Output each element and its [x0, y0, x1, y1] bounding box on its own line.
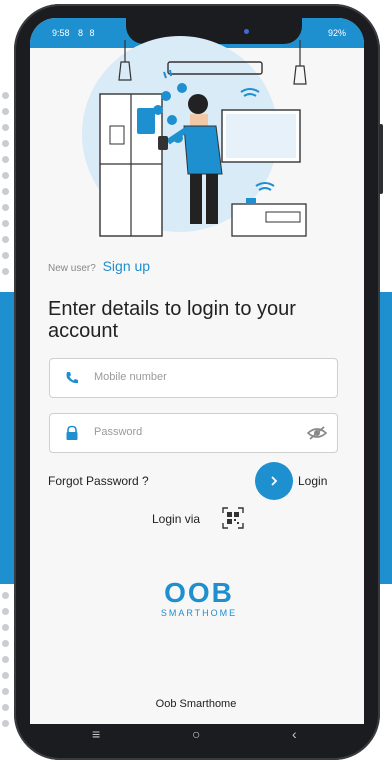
page-title: Enter details to login to your account: [48, 298, 296, 342]
password-field[interactable]: Password: [49, 413, 338, 453]
menu-icon[interactable]: ≡: [92, 726, 100, 742]
lock-icon: [66, 425, 78, 440]
password-placeholder: Password: [94, 426, 143, 438]
side-button: [379, 124, 383, 194]
eye-off-icon[interactable]: [307, 425, 327, 441]
chevron-right-icon: [271, 476, 278, 486]
smarthome-illustration: [82, 36, 307, 237]
logo-subtitle: SMARTHOME: [160, 608, 238, 618]
forgot-password-link[interactable]: Forgot Password ?: [48, 474, 149, 488]
mobile-number-field[interactable]: Mobile number: [49, 358, 338, 398]
mobile-number-placeholder: Mobile number: [94, 371, 167, 383]
oob-logo: OOB SMARTHOME: [150, 578, 248, 622]
android-nav-bar: ≡ ○ ‹: [30, 720, 364, 750]
logo-brand: OOB: [164, 577, 234, 608]
battery-level: 92%: [327, 28, 346, 38]
login-label[interactable]: Login: [298, 474, 327, 488]
back-icon[interactable]: ‹: [292, 726, 297, 742]
qr-code-icon[interactable]: [222, 507, 244, 529]
signup-row: New user? Sign up: [48, 258, 150, 274]
phone-icon: [66, 372, 78, 384]
login-via-label: Login via: [152, 512, 201, 526]
new-user-prompt: New user?: [48, 263, 96, 274]
sign-up-link[interactable]: Sign up: [103, 258, 150, 274]
home-icon[interactable]: ○: [192, 726, 200, 742]
login-button[interactable]: [255, 462, 293, 500]
app-name-footer: Oob Smarthome: [155, 698, 237, 710]
